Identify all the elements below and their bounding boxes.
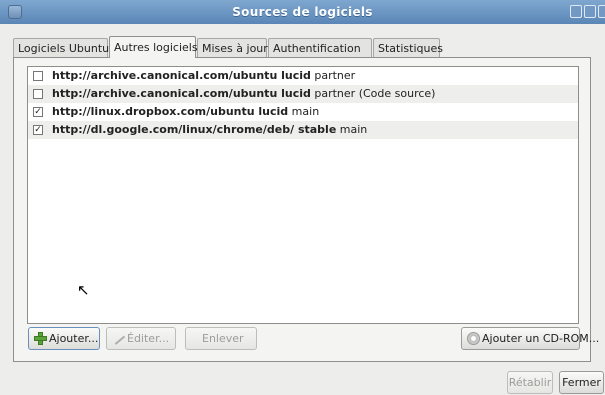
source-url: http://linux.dropbox.com/ubuntu lucid: [52, 105, 289, 118]
restore-button-label: Rétablir: [508, 376, 552, 389]
maximize-button[interactable]: [584, 5, 596, 18]
add-cdrom-button-label: Ajouter un CD-ROM...: [482, 332, 600, 345]
minimize-button[interactable]: [570, 5, 582, 18]
source-row[interactable]: http://archive.canonical.com/ubuntu luci…: [28, 85, 578, 103]
close-window-button[interactable]: [598, 5, 605, 18]
tab-authentication[interactable]: Authentification: [268, 38, 372, 57]
tab-updates[interactable]: Mises à jour: [197, 38, 268, 57]
add-button[interactable]: Ajouter...: [28, 327, 100, 350]
close-button[interactable]: Fermer: [559, 371, 604, 394]
pencil-icon: [110, 331, 126, 345]
source-component: partner: [310, 69, 356, 82]
source-checkbox[interactable]: [33, 71, 43, 81]
source-row[interactable]: ✓ http://linux.dropbox.com/ubuntu lucid m…: [28, 103, 578, 121]
source-row[interactable]: ✓ http://dl.google.com/linux/chrome/deb/ …: [28, 121, 578, 139]
sources-list[interactable]: http://archive.canonical.com/ubuntu luci…: [27, 66, 579, 324]
close-button-label: Fermer: [562, 376, 601, 389]
mouse-cursor-icon: ↖: [77, 281, 90, 299]
edit-button-label: Éditer...: [127, 332, 170, 345]
plus-icon: [34, 332, 47, 345]
window-title: Sources de logiciels: [232, 5, 373, 19]
add-cdrom-button[interactable]: Ajouter un CD-ROM...: [461, 327, 599, 350]
source-component: partner (Code source): [310, 87, 436, 100]
source-component: main: [288, 105, 320, 118]
cd-icon: [467, 332, 480, 345]
source-url: http://archive.canonical.com/ubuntu luci…: [52, 69, 311, 82]
source-url: http://dl.google.com/linux/chrome/deb/ s…: [52, 123, 337, 136]
remove-button[interactable]: Enlever: [185, 327, 257, 350]
source-checkbox[interactable]: [33, 89, 43, 99]
remove-button-label: Enlever: [202, 332, 244, 345]
source-component: main: [336, 123, 368, 136]
source-checkbox[interactable]: ✓: [33, 125, 43, 135]
tab-statistics[interactable]: Statistiques: [373, 38, 443, 57]
add-button-label: Ajouter...: [49, 332, 99, 345]
tab-ubuntu-software[interactable]: Logiciels Ubuntu: [13, 38, 109, 57]
tab-other-software[interactable]: Autres logiciels: [109, 36, 198, 58]
source-row[interactable]: http://archive.canonical.com/ubuntu luci…: [28, 67, 578, 85]
source-url: http://archive.canonical.com/ubuntu luci…: [52, 87, 311, 100]
source-checkbox[interactable]: ✓: [33, 107, 43, 117]
other-software-panel: http://archive.canonical.com/ubuntu luci…: [13, 57, 599, 362]
title-bar: Sources de logiciels: [0, 0, 605, 24]
edit-button[interactable]: Éditer...: [106, 327, 176, 350]
restore-button[interactable]: Rétablir: [507, 371, 553, 394]
